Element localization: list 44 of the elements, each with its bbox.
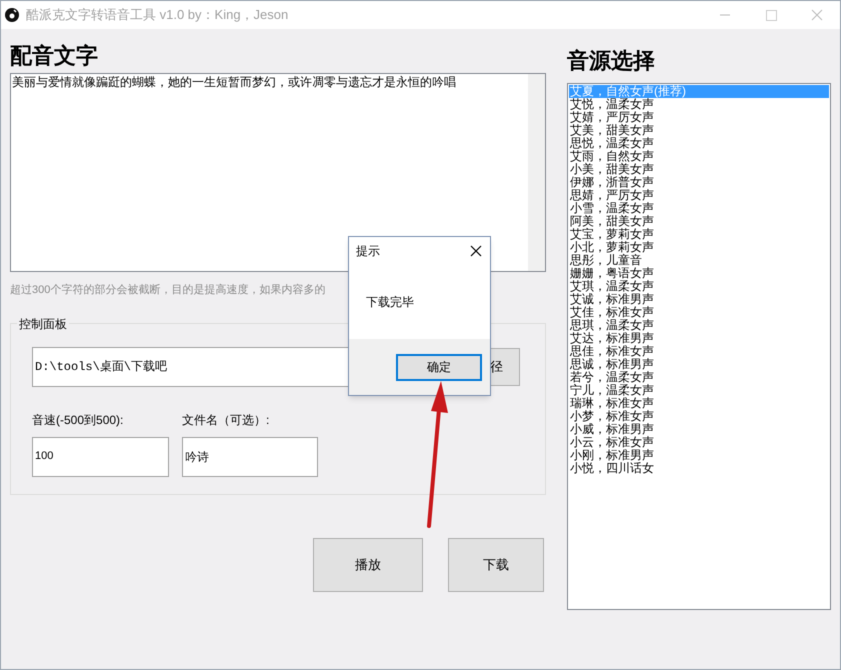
voice-item[interactable]: 小刚，标准男声: [569, 449, 829, 462]
dialog-title: 提示: [356, 243, 380, 260]
voice-item[interactable]: 小梦，标准女声: [569, 410, 829, 423]
voice-item[interactable]: 若兮，温柔女声: [569, 371, 829, 384]
voice-item[interactable]: 伊娜，浙普女声: [569, 176, 829, 189]
voice-item[interactable]: 艾婧，严厉女声: [569, 111, 829, 124]
voice-item[interactable]: 思佳，标准女声: [569, 345, 829, 358]
voice-item[interactable]: 小北，萝莉女声: [569, 241, 829, 254]
voice-item[interactable]: 小悦，四川话女: [569, 462, 829, 475]
voice-item[interactable]: 艾悦，温柔女声: [569, 98, 829, 111]
app-logo-icon: [5, 8, 19, 22]
voice-item[interactable]: 小云，标准女声: [569, 436, 829, 449]
voice-item[interactable]: 思彤，儿童音: [569, 254, 829, 267]
voice-item[interactable]: 阿美，甜美女声: [569, 215, 829, 228]
voice-item[interactable]: 小雪，温柔女声: [569, 202, 829, 215]
section-heading: 配音文字: [10, 42, 99, 70]
close-icon[interactable]: [470, 245, 482, 257]
voice-item[interactable]: 瑞琳，标准女声: [569, 397, 829, 410]
voice-item[interactable]: 艾佳，标准女声: [569, 306, 829, 319]
voice-item[interactable]: 小威，标准男声: [569, 423, 829, 436]
voice-item[interactable]: 艾诚，标准男声: [569, 293, 829, 306]
filename-field[interactable]: 吟诗: [182, 436, 318, 476]
voice-item[interactable]: 思悦，温柔女声: [569, 137, 829, 150]
voice-item[interactable]: 艾雨，自然女声: [569, 150, 829, 163]
play-button[interactable]: 播放: [313, 538, 423, 592]
speed-field[interactable]: 100: [32, 436, 169, 476]
voice-item[interactable]: 艾宝，萝莉女声: [569, 228, 829, 241]
download-button[interactable]: 下载: [448, 538, 544, 592]
voice-item[interactable]: 思诚，标准男声: [569, 358, 829, 371]
filename-label: 文件名（可选）:: [182, 412, 270, 428]
voice-item[interactable]: 艾达，标准男声: [569, 332, 829, 345]
voice-item[interactable]: 艾美，甜美女声: [569, 124, 829, 137]
voice-item[interactable]: 姗姗，粤语女声: [569, 267, 829, 280]
voice-item[interactable]: 思婧，严厉女声: [569, 189, 829, 202]
ok-button[interactable]: 确定: [396, 354, 482, 380]
voice-item[interactable]: 宁儿，温柔女声: [569, 384, 829, 397]
section-heading: 音源选择: [567, 47, 656, 75]
voice-item[interactable]: 小美，甜美女声: [569, 163, 829, 176]
voice-item[interactable]: 艾琪，温柔女声: [569, 280, 829, 293]
hint-text: 超过300个字符的部分会被截断，目的是提高速度，如果内容多的: [10, 282, 326, 298]
dialog-message: 下载完毕: [366, 294, 414, 311]
window-title: 酷派克文字转语音工具 v1.0 by：King，Jeson: [26, 6, 288, 24]
voice-item[interactable]: 思琪，温柔女声: [569, 319, 829, 332]
speed-label: 音速(-500到500):: [32, 412, 124, 428]
